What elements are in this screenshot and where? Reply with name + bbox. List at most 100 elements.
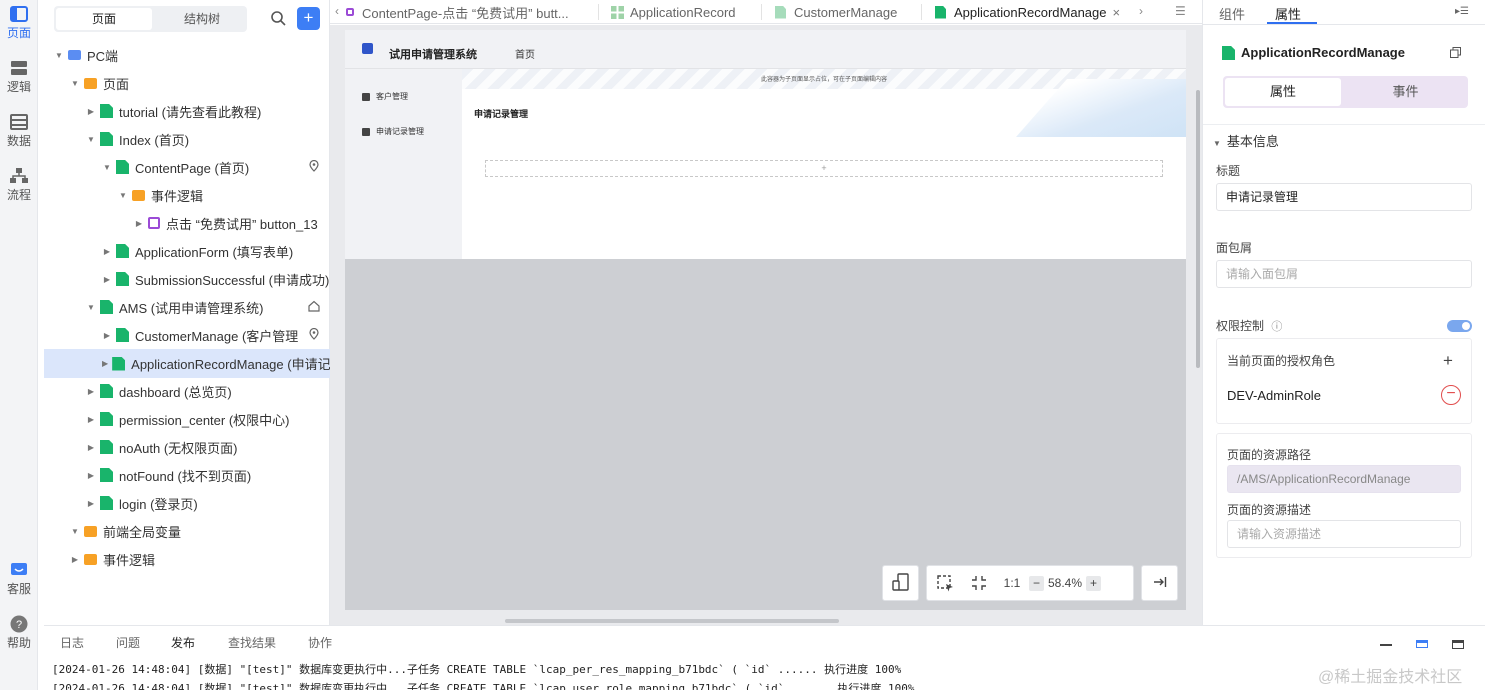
tree-node-tutorial[interactable]: ▶ tutorial (请先查看此教程) — [44, 98, 330, 124]
expand-arrow-icon[interactable]: ▼ — [70, 79, 80, 88]
tree-node-global-event-logic[interactable]: ▶ 事件逻辑 — [44, 546, 330, 572]
tab-search-results[interactable]: 查找结果 — [228, 634, 276, 651]
tab-customermanage[interactable]: CustomerManage — [775, 0, 897, 24]
tree-node-pages-folder[interactable]: ▼ 页面 — [44, 70, 330, 96]
expand-arrow-icon[interactable]: ▼ — [70, 527, 80, 536]
tree-node-applicationform[interactable]: ▶ ApplicationForm (填写表单) — [44, 238, 330, 264]
rail-item-data[interactable]: 数据 — [0, 114, 38, 149]
rail-item-help[interactable]: ? 帮助 — [0, 615, 38, 651]
expand-arrow-icon[interactable]: ▼ — [86, 303, 96, 312]
info-icon[interactable]: ⓘ — [1271, 321, 1282, 333]
collapse-right-icon[interactable]: ▸☰ — [1455, 6, 1469, 17]
page-icon — [116, 328, 129, 342]
collapse-arrow-icon[interactable]: ▶ — [86, 415, 96, 424]
collapse-arrow-icon[interactable]: ▶ — [134, 219, 144, 228]
chevron-right-icon[interactable]: › — [1139, 4, 1143, 18]
tree-node-applicationrecordmanage[interactable]: ▶ ApplicationRecordManage (申请记 — [44, 349, 330, 378]
collapse-panel-button[interactable] — [1141, 565, 1178, 601]
preview-nav-home[interactable]: 首页 — [515, 46, 535, 61]
breadcrumb-input[interactable]: 请输入面包屑 — [1216, 260, 1472, 288]
select-area-icon[interactable] — [927, 568, 963, 598]
collapse-arrow-icon[interactable]: ▶ — [86, 387, 96, 396]
collapse-arrow-icon[interactable]: ▶ — [86, 107, 96, 116]
rail-item-flow[interactable]: 流程 — [0, 168, 38, 203]
tree-node-event-logic[interactable]: ▼ 事件逻辑 — [44, 182, 330, 208]
tree-node-dashboard[interactable]: ▶ dashboard (总览页) — [44, 378, 330, 404]
seg-events[interactable]: 事件 — [1345, 78, 1466, 106]
tree-node-index[interactable]: ▼ Index (首页) — [44, 126, 330, 152]
auth-control-toggle[interactable] — [1447, 320, 1472, 332]
tree-node-notfound[interactable]: ▶ notFound (找不到页面) — [44, 462, 330, 488]
chevron-left-icon[interactable]: ‹ — [335, 4, 339, 18]
tree-node-noauth[interactable]: ▶ noAuth (无权限页面) — [44, 434, 330, 460]
tab-components[interactable]: 组件 — [1219, 4, 1245, 23]
tab-collaboration[interactable]: 协作 — [308, 634, 332, 651]
tab-problems[interactable]: 问题 — [116, 634, 140, 651]
canvas-horizontal-scrollbar[interactable] — [505, 619, 839, 623]
tab-applicationrecord[interactable]: ApplicationRecord — [611, 0, 736, 24]
collapse-arrow-icon[interactable]: ▶ — [70, 555, 80, 564]
zoom-in-button[interactable]: + — [1086, 575, 1101, 591]
preview-side-item-customer[interactable]: 客户管理 — [362, 91, 408, 102]
tab-list-icon[interactable]: ☰ — [1175, 4, 1186, 18]
add-page-button[interactable]: + — [297, 7, 320, 30]
tab-log[interactable]: 日志 — [60, 634, 84, 651]
page-preview[interactable]: 试用申请管理系统 首页 客户管理 申请记录管理 此容器为子页面显示占位，可在子页… — [345, 30, 1186, 610]
log-line: [2024-01-26 14:48:04] [数据] "[test]" 数据库变… — [52, 663, 902, 676]
fit-screen-icon[interactable] — [963, 568, 995, 598]
collapse-arrow-icon[interactable]: ▶ — [86, 471, 96, 480]
tree-node-label: permission_center (权限中心) — [119, 412, 290, 428]
search-icon[interactable] — [270, 10, 286, 26]
dock-bottom-icon[interactable] — [1416, 640, 1428, 648]
tab-contentpage-logic[interactable]: ContentPage-点击 “免费试用” butt... — [346, 0, 569, 24]
seg-pages[interactable]: 页面 — [56, 8, 152, 30]
rail-item-support[interactable]: 客服 — [0, 562, 38, 597]
tree-node-submissionsuccessful[interactable]: ▶ SubmissionSuccessful (申请成功) — [44, 266, 330, 292]
tree-node-ams[interactable]: ▼ AMS (试用申请管理系统) — [44, 294, 330, 320]
seg-attributes[interactable]: 属性 — [1225, 78, 1341, 106]
expand-arrow-icon[interactable]: ▼ — [86, 135, 96, 144]
expand-arrow-icon[interactable]: ▼ — [118, 191, 128, 200]
tab-properties[interactable]: 属性 — [1275, 4, 1301, 23]
collapse-arrow-icon[interactable]: ▶ — [102, 331, 112, 340]
rail-item-logic[interactable]: 逻辑 — [0, 60, 38, 95]
add-role-button[interactable]: + — [1443, 351, 1453, 371]
expand-arrow-icon[interactable]: ▼ — [54, 51, 64, 60]
tree-node-customermanage[interactable]: ▶ CustomerManage (客户管理 — [44, 322, 330, 348]
canvas-vertical-scrollbar[interactable] — [1196, 90, 1200, 368]
tree-node-pc[interactable]: ▼ PC端 — [44, 42, 330, 68]
design-canvas[interactable]: 试用申请管理系统 首页 客户管理 申请记录管理 此容器为子页面显示占位，可在子页… — [330, 25, 1202, 625]
resource-desc-input[interactable]: 请输入资源描述 — [1227, 520, 1461, 548]
tab-publish[interactable]: 发布 — [171, 634, 195, 651]
minimize-icon[interactable] — [1380, 644, 1392, 646]
collapse-arrow-icon[interactable]: ▶ — [102, 359, 108, 368]
close-icon[interactable]: × — [1112, 5, 1120, 20]
tree-node-permission-center[interactable]: ▶ permission_center (权限中心) — [44, 406, 330, 432]
collapse-arrow-icon[interactable]: ▶ — [102, 247, 112, 256]
tree-node-click-logic[interactable]: ▶ 点击 “免费试用” button_13 — [44, 210, 330, 236]
tree-node-login[interactable]: ▶ login (登录页) — [44, 490, 330, 516]
add-component-slot[interactable]: + — [485, 160, 1163, 177]
maximize-icon[interactable] — [1452, 640, 1464, 649]
rail-item-pages[interactable]: 页面 — [0, 6, 38, 41]
preview-side-item-records[interactable]: 申请记录管理 — [362, 126, 424, 137]
remove-role-button[interactable]: − — [1441, 385, 1461, 405]
collapse-arrow-icon[interactable]: ▶ — [86, 499, 96, 508]
props-events-switch: 属性 事件 — [1223, 76, 1468, 108]
zoom-out-button[interactable]: − — [1029, 575, 1044, 591]
collapse-arrow-icon[interactable]: ▶ — [102, 275, 112, 284]
collapse-arrow-icon[interactable]: ▶ — [86, 443, 96, 452]
zoom-reset-button[interactable]: 1:1 — [995, 568, 1029, 598]
home-icon[interactable] — [308, 300, 320, 312]
tab-applicationrecordmanage[interactable]: ApplicationRecordManage × — [935, 0, 1120, 24]
title-input[interactable]: 申请记录管理 — [1216, 183, 1472, 211]
location-pin-icon[interactable] — [308, 159, 320, 172]
seg-structure-tree[interactable]: 结构树 — [154, 8, 250, 30]
copy-icon[interactable] — [1450, 46, 1461, 61]
tree-node-contentpage[interactable]: ▼ ContentPage (首页) — [44, 154, 330, 180]
expand-arrow-icon[interactable]: ▼ — [102, 163, 112, 172]
section-basic-info[interactable]: ▼ 基本信息 — [1213, 131, 1279, 150]
location-pin-icon[interactable] — [308, 327, 320, 340]
tree-node-global-vars[interactable]: ▼ 前端全局变量 — [44, 518, 330, 544]
device-toggle-button[interactable] — [882, 565, 919, 601]
